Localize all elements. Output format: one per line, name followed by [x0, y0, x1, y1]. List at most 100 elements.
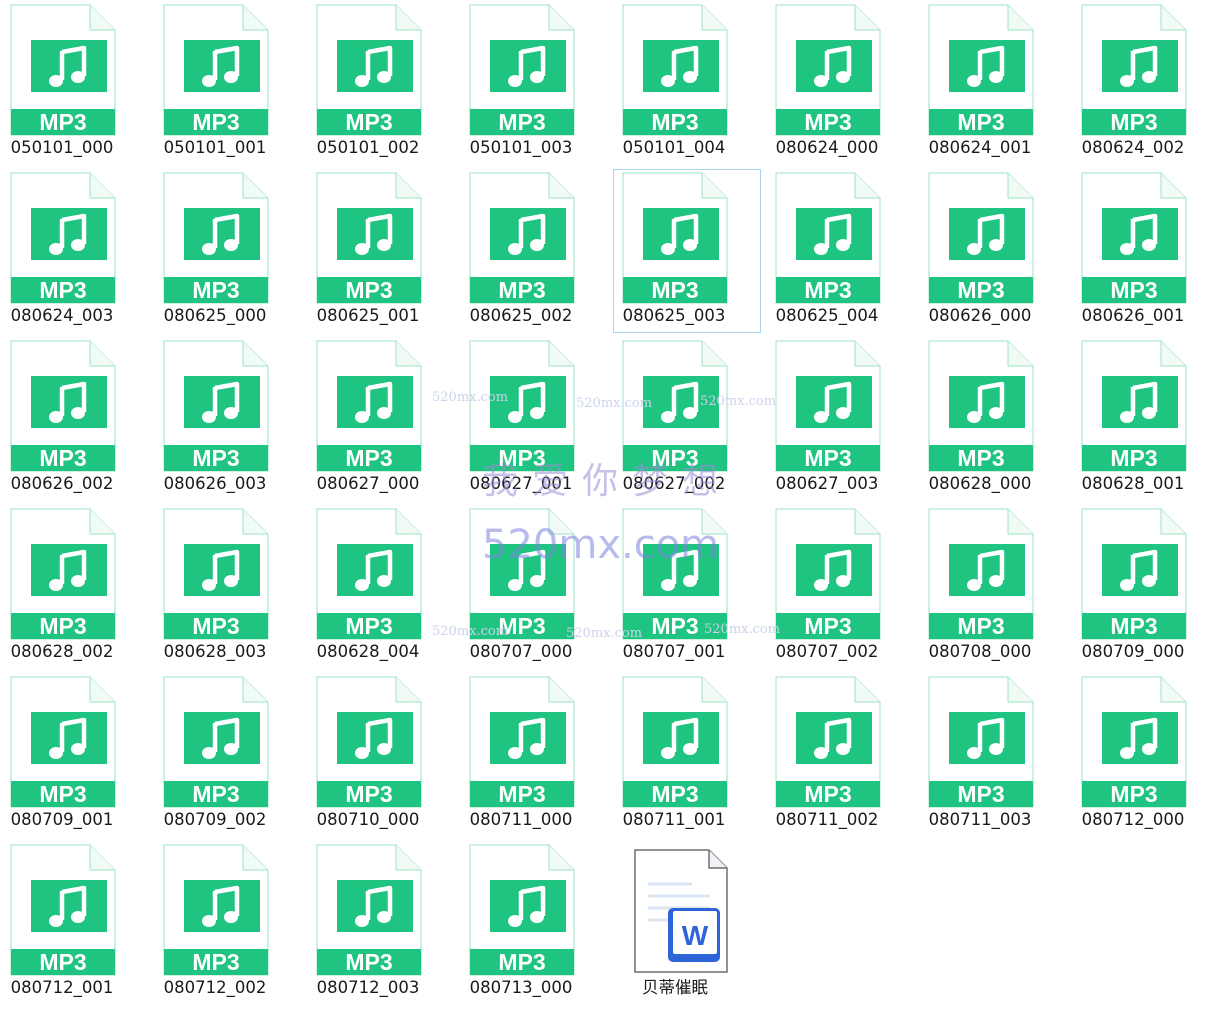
mp3-badge: MP3: [651, 781, 698, 807]
file-name-label: 080711_003: [928, 810, 1032, 829]
file-name-label: 080625_000: [163, 306, 267, 325]
file-name-label: 080626_000: [928, 306, 1032, 325]
mp3-file-item[interactable]: MP3 080712_002: [154, 841, 302, 1005]
file-name-label: 050101_003: [469, 138, 573, 157]
file-name-label: 080626_001: [1081, 306, 1185, 325]
mp3-file-icon: MP3: [163, 340, 269, 472]
mp3-file-item[interactable]: MP3 080628_002: [1, 505, 149, 669]
mp3-file-icon: MP3: [1081, 4, 1187, 136]
mp3-file-item[interactable]: MP3 080627_000: [307, 337, 455, 501]
mp3-badge: MP3: [804, 781, 851, 807]
mp3-badge: MP3: [39, 445, 86, 471]
mp3-file-item[interactable]: MP3 050101_004: [613, 1, 761, 165]
mp3-file-icon: MP3: [163, 676, 269, 808]
mp3-badge: MP3: [957, 781, 1004, 807]
mp3-badge: MP3: [345, 109, 392, 135]
mp3-badge: MP3: [192, 613, 239, 639]
mp3-file-icon: MP3: [775, 172, 881, 304]
file-name-label: 080712_000: [1081, 810, 1185, 829]
mp3-file-icon: MP3: [10, 844, 116, 976]
mp3-file-icon: MP3: [928, 508, 1034, 640]
mp3-file-item[interactable]: MP3 050101_000: [1, 1, 149, 165]
mp3-file-item[interactable]: MP3 080709_002: [154, 673, 302, 837]
file-grid: MP3 050101_000 MP3 050101_001 MP3 050101_002 M…: [0, 0, 1211, 1025]
mp3-file-icon: MP3: [316, 4, 422, 136]
mp3-file-item[interactable]: MP3 080626_000: [919, 169, 1067, 333]
file-name-label: 080711_000: [469, 810, 573, 829]
mp3-file-item[interactable]: MP3 050101_001: [154, 1, 302, 165]
mp3-file-item[interactable]: MP3 080707_000: [460, 505, 608, 669]
mp3-file-icon: MP3: [469, 508, 575, 640]
mp3-file-icon: MP3: [928, 676, 1034, 808]
mp3-file-icon: MP3: [469, 172, 575, 304]
mp3-file-item[interactable]: MP3 080712_003: [307, 841, 455, 1005]
mp3-file-item[interactable]: MP3 080710_000: [307, 673, 455, 837]
file-name-label: 080625_004: [775, 306, 879, 325]
mp3-badge: MP3: [498, 781, 545, 807]
document-file-item[interactable]: W 贝蒂催眠: [613, 841, 761, 1005]
mp3-file-item[interactable]: MP3 080628_000: [919, 337, 1067, 501]
file-name-label: 080624_003: [10, 306, 114, 325]
file-name-label: 080713_000: [469, 978, 573, 997]
mp3-file-item[interactable]: MP3 080628_004: [307, 505, 455, 669]
mp3-file-icon: MP3: [469, 4, 575, 136]
file-name-label: 080626_002: [10, 474, 114, 493]
mp3-file-item[interactable]: MP3 080624_000: [766, 1, 914, 165]
mp3-file-item[interactable]: MP3 080625_000: [154, 169, 302, 333]
word-document-icon: W: [634, 849, 728, 973]
mp3-badge: MP3: [498, 949, 545, 975]
mp3-badge: MP3: [651, 109, 698, 135]
mp3-file-item[interactable]: MP3 080625_001: [307, 169, 455, 333]
file-name-label: 080627_001: [469, 474, 573, 493]
file-name-label: 080627_002: [622, 474, 726, 493]
mp3-file-item[interactable]: MP3 080626_002: [1, 337, 149, 501]
file-name-label: 080708_000: [928, 642, 1032, 661]
file-name-label: 080624_002: [1081, 138, 1185, 157]
file-name-label: 080625_002: [469, 306, 573, 325]
mp3-file-item[interactable]: MP3 080711_003: [919, 673, 1067, 837]
file-name-label: 080627_000: [316, 474, 420, 493]
mp3-file-icon: MP3: [1081, 508, 1187, 640]
mp3-file-item[interactable]: MP3 080709_001: [1, 673, 149, 837]
mp3-file-item[interactable]: MP3 080712_001: [1, 841, 149, 1005]
file-name-label: 080628_004: [316, 642, 420, 661]
mp3-file-icon: MP3: [10, 676, 116, 808]
mp3-file-item[interactable]: MP3 080628_001: [1072, 337, 1211, 501]
mp3-file-item[interactable]: MP3 080627_003: [766, 337, 914, 501]
mp3-badge: MP3: [192, 109, 239, 135]
mp3-badge: MP3: [192, 445, 239, 471]
mp3-file-icon: MP3: [1081, 676, 1187, 808]
mp3-file-item[interactable]: MP3 080627_002: [613, 337, 761, 501]
mp3-file-item[interactable]: MP3 080711_000: [460, 673, 608, 837]
mp3-file-item[interactable]: MP3 080627_001: [460, 337, 608, 501]
mp3-file-item[interactable]: MP3 080626_001: [1072, 169, 1211, 333]
mp3-file-icon: MP3: [622, 676, 728, 808]
mp3-file-item[interactable]: MP3 080624_003: [1, 169, 149, 333]
mp3-file-item[interactable]: MP3 050101_002: [307, 1, 455, 165]
mp3-file-icon: MP3: [469, 340, 575, 472]
mp3-file-icon: MP3: [316, 508, 422, 640]
mp3-file-item[interactable]: MP3 080707_001: [613, 505, 761, 669]
mp3-file-item[interactable]: MP3 080625_004: [766, 169, 914, 333]
mp3-file-item[interactable]: MP3 080625_002: [460, 169, 608, 333]
mp3-file-item[interactable]: MP3 080708_000: [919, 505, 1067, 669]
file-name-label: 080711_002: [775, 810, 879, 829]
mp3-file-item[interactable]: MP3 080626_003: [154, 337, 302, 501]
mp3-file-item[interactable]: MP3 080624_002: [1072, 1, 1211, 165]
mp3-file-item[interactable]: MP3 080628_003: [154, 505, 302, 669]
mp3-file-icon: MP3: [469, 676, 575, 808]
mp3-badge: MP3: [345, 613, 392, 639]
mp3-file-item[interactable]: MP3 080713_000: [460, 841, 608, 1005]
mp3-file-item[interactable]: MP3 080707_002: [766, 505, 914, 669]
mp3-badge: MP3: [1110, 109, 1157, 135]
mp3-file-item[interactable]: MP3 080712_000: [1072, 673, 1211, 837]
mp3-file-item[interactable]: MP3 080624_001: [919, 1, 1067, 165]
mp3-file-item[interactable]: MP3 050101_003: [460, 1, 608, 165]
mp3-badge: MP3: [957, 613, 1004, 639]
mp3-file-item[interactable]: MP3 080625_003: [613, 169, 761, 333]
file-name-label: 080628_003: [163, 642, 267, 661]
mp3-file-item[interactable]: MP3 080709_000: [1072, 505, 1211, 669]
mp3-file-item[interactable]: MP3 080711_002: [766, 673, 914, 837]
mp3-badge: MP3: [1110, 277, 1157, 303]
mp3-file-item[interactable]: MP3 080711_001: [613, 673, 761, 837]
